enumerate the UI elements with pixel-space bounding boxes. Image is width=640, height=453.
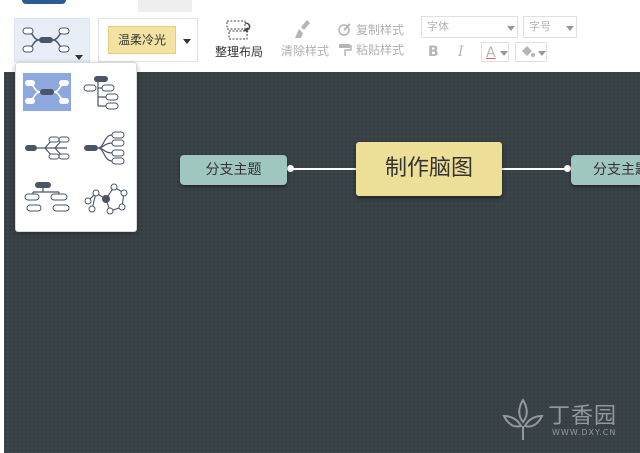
layout-button[interactable] xyxy=(14,18,90,62)
format-painter-icon xyxy=(338,22,351,36)
copy-style-button[interactable]: 复制样式 xyxy=(338,21,404,38)
chevron-down-icon xyxy=(538,51,546,56)
clear-style-label: 清除样式 xyxy=(280,44,329,58)
layout-option-network[interactable] xyxy=(82,179,130,217)
chevron-down-icon xyxy=(183,39,191,44)
font-family-select[interactable]: 字体 xyxy=(421,16,518,38)
arrange-layout-button[interactable]: 整理布局 xyxy=(212,18,266,62)
connector-dot-left xyxy=(287,165,294,172)
branch-topic-right[interactable]: 分支主题 xyxy=(571,155,640,185)
network-layout-icon xyxy=(84,183,128,215)
theme-swatch: 温柔冷光 xyxy=(108,26,176,54)
layout-option-fishbone[interactable] xyxy=(23,129,71,167)
chevron-down-icon xyxy=(75,55,83,60)
layout-dropdown-menu xyxy=(15,62,137,232)
branch-topic-left[interactable]: 分支主题 xyxy=(180,155,287,185)
arrange-layout-label: 整理布局 xyxy=(214,45,263,59)
italic-button[interactable]: I xyxy=(458,42,464,62)
radial-layout-icon xyxy=(84,131,125,165)
top-tab-active[interactable] xyxy=(22,0,66,4)
top-tab[interactable] xyxy=(138,0,192,12)
mind-map-layout-icon xyxy=(22,27,70,53)
connector-dot-right xyxy=(564,165,571,172)
font-family-placeholder: 字体 xyxy=(427,20,449,33)
font-color-label: A xyxy=(486,45,496,61)
bold-button[interactable]: B xyxy=(428,42,439,62)
fill-bucket-icon xyxy=(522,46,535,57)
layout-option-radial[interactable] xyxy=(82,129,130,167)
chevron-down-icon xyxy=(507,26,515,31)
central-topic[interactable]: 制作脑图 xyxy=(356,142,502,196)
connector-left xyxy=(290,168,356,170)
brush-icon xyxy=(295,20,310,38)
dxy-logo-icon xyxy=(502,398,544,440)
layout-option-tree-right[interactable] xyxy=(82,73,130,111)
watermark-url: WWW.DXY.CN xyxy=(552,428,617,437)
chevron-down-icon xyxy=(500,51,508,56)
tree-right-layout-icon xyxy=(83,76,119,110)
fishbone-layout-icon xyxy=(25,136,70,160)
paste-style-label: 粘贴样式 xyxy=(356,43,405,57)
layout-option-mind-map[interactable] xyxy=(23,73,71,111)
layout-option-org-chart[interactable] xyxy=(23,179,71,217)
font-size-select[interactable]: 字号 xyxy=(523,16,577,38)
chevron-down-icon xyxy=(566,26,574,31)
paint-roller-icon xyxy=(339,43,352,56)
connector-right xyxy=(502,168,570,170)
font-color-button[interactable]: A xyxy=(481,42,509,62)
arrange-layout-icon xyxy=(226,20,251,40)
clear-style-button[interactable]: 清除样式 xyxy=(278,18,332,62)
copy-style-label: 复制样式 xyxy=(356,23,405,37)
watermark-name: 丁香园 xyxy=(548,404,618,429)
org-chart-layout-icon xyxy=(24,182,70,212)
mind-map-layout-icon xyxy=(25,80,69,104)
highlight-button[interactable] xyxy=(515,42,547,62)
paste-style-button[interactable]: 粘贴样式 xyxy=(338,41,404,58)
font-size-placeholder: 字号 xyxy=(529,20,551,33)
theme-button[interactable]: 温柔冷光 xyxy=(98,18,198,62)
